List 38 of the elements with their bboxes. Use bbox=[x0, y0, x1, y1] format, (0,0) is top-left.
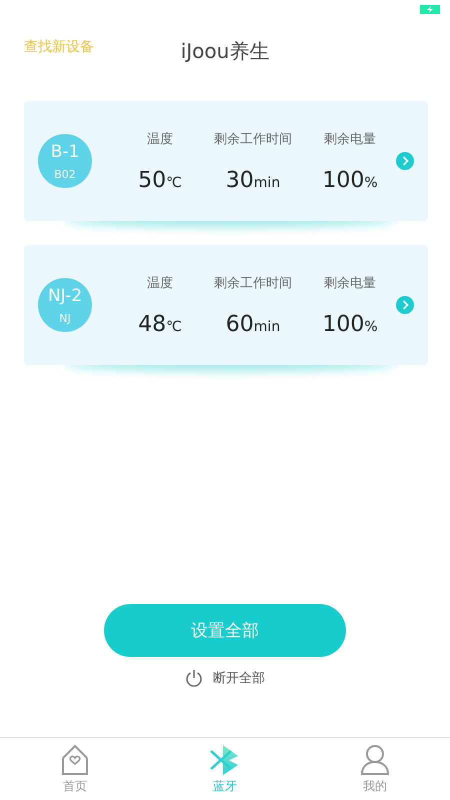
stat-label: 剩余电量 bbox=[324, 130, 376, 148]
power-icon bbox=[185, 669, 203, 687]
stat-value: 48 bbox=[138, 312, 166, 336]
battery-charging-icon bbox=[420, 4, 440, 14]
stat-unit: ℃ bbox=[166, 174, 182, 190]
app-title: iJoou养生 bbox=[180, 38, 270, 64]
chevron-right-icon[interactable] bbox=[396, 152, 414, 170]
bluetooth-icon bbox=[210, 744, 240, 776]
stat-value: 50 bbox=[138, 168, 166, 192]
device-card[interactable]: NJ-2 NJ 温度 48℃ 剩余工作时间 60min 剩余电量 100% bbox=[24, 245, 428, 365]
stat-label: 温度 bbox=[147, 130, 173, 148]
stat-unit: min bbox=[254, 318, 280, 334]
person-icon bbox=[360, 744, 390, 776]
stat-value: 100 bbox=[322, 168, 364, 192]
device-code: B02 bbox=[54, 168, 76, 180]
set-all-button[interactable]: 设置全部 bbox=[104, 604, 346, 657]
tab[interactable]: 我的 bbox=[300, 738, 450, 800]
stat-label: 温度 bbox=[147, 274, 173, 292]
house-icon bbox=[60, 744, 90, 776]
tab[interactable]: 蓝牙 bbox=[150, 738, 300, 800]
device-card[interactable]: B-1 B02 温度 50℃ 剩余工作时间 30min 剩余电量 100% bbox=[24, 101, 428, 221]
stat-label: 剩余电量 bbox=[324, 274, 376, 292]
stat-value: 60 bbox=[226, 312, 254, 336]
stat-unit: ℃ bbox=[166, 318, 182, 334]
device-name: NJ-2 bbox=[48, 286, 82, 306]
stat-unit: % bbox=[364, 174, 378, 190]
chevron-right-icon[interactable] bbox=[396, 296, 414, 314]
device-name: B-1 bbox=[50, 142, 80, 162]
stat-value: 100 bbox=[322, 312, 364, 336]
stat-unit: min bbox=[254, 174, 280, 190]
device-code: NJ bbox=[59, 312, 71, 324]
find-device-link[interactable]: 查找新设备 bbox=[24, 38, 94, 56]
stat-value: 30 bbox=[226, 168, 254, 192]
disconnect-all-button[interactable]: 断开全部 bbox=[185, 669, 265, 687]
stat-unit: % bbox=[364, 318, 378, 334]
stat-label: 剩余工作时间 bbox=[214, 130, 292, 148]
stat-label: 剩余工作时间 bbox=[214, 274, 292, 292]
tab[interactable]: 首页 bbox=[0, 738, 150, 800]
